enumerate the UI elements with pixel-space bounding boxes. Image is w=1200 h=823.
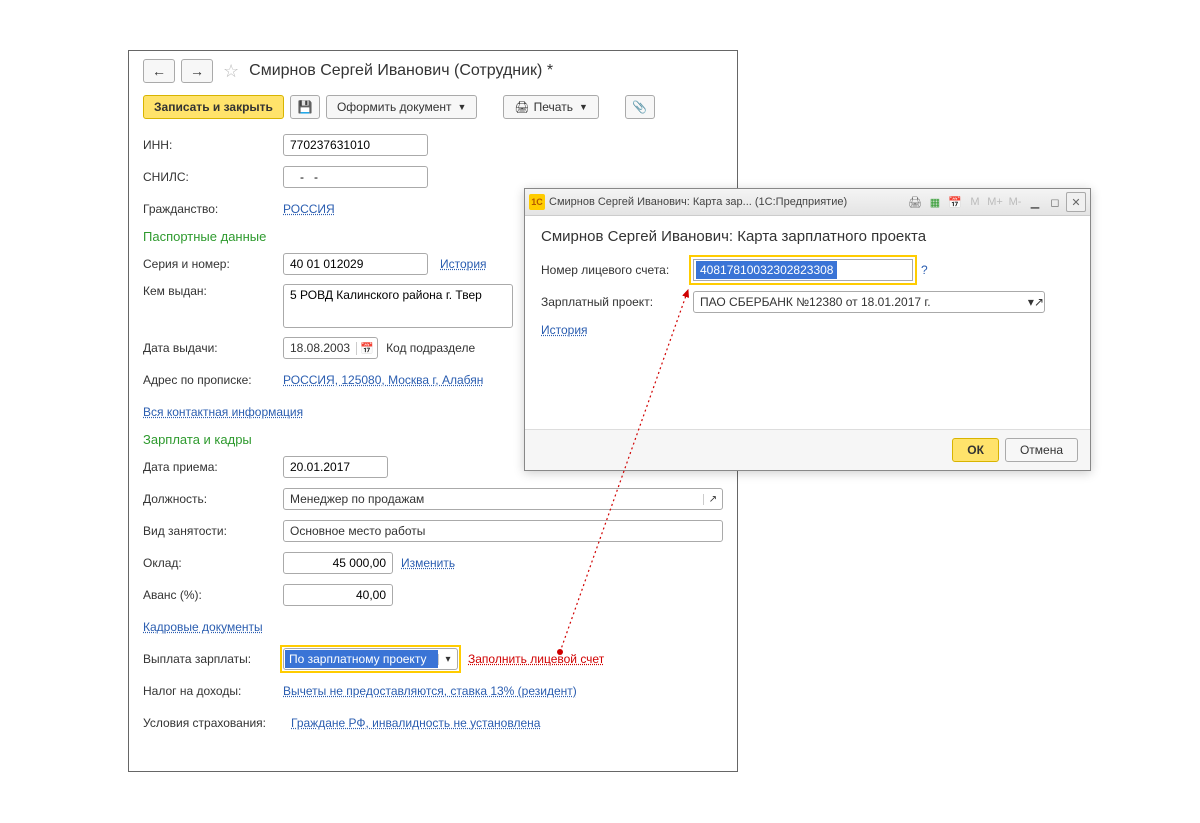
paperclip-icon: 📎 (632, 100, 647, 114)
series-input[interactable] (283, 253, 428, 275)
employment-label: Вид занятости: (143, 524, 283, 538)
forward-button[interactable]: → (181, 59, 213, 83)
dialog-titlebar[interactable]: 1С Смирнов Сергей Иванович: Карта зар...… (525, 189, 1090, 216)
citizenship-link[interactable]: РОССИЯ (283, 202, 335, 216)
fill-account-link[interactable]: Заполнить лицевой счет (468, 652, 604, 666)
payout-label: Выплата зарплаты: (143, 652, 283, 666)
payout-combo[interactable]: По зарплатному проекту ▾ (283, 648, 458, 670)
attach-button[interactable]: 📎 (625, 95, 655, 119)
close-icon[interactable]: ✕ (1066, 192, 1086, 212)
titlebar-m-minus-icon: M- (1006, 193, 1024, 211)
dialog-history-link[interactable]: История (541, 323, 588, 337)
printer-icon: 🖨 (514, 100, 529, 114)
salary-input[interactable] (283, 552, 393, 574)
position-combo[interactable]: Менеджер по продажам ↗ (283, 488, 723, 510)
back-button[interactable]: ← (143, 59, 175, 83)
change-salary-link[interactable]: Изменить (401, 556, 455, 570)
project-combo[interactable]: ПАО СБЕРБАНК №12380 от 18.01.2017 г. ▾ ↗ (693, 291, 1045, 313)
insurance-label: Условия страхования: (143, 716, 291, 730)
ok-button[interactable]: ОК (952, 438, 999, 462)
inn-label: ИНН: (143, 138, 283, 152)
maximize-icon[interactable]: ◻ (1046, 193, 1064, 211)
salary-label: Оклад: (143, 556, 283, 570)
employment-combo[interactable]: Основное место работы (283, 520, 723, 542)
issued-date-label: Дата выдачи: (143, 341, 283, 355)
favorite-star-icon[interactable]: ☆ (223, 61, 239, 82)
position-label: Должность: (143, 492, 283, 506)
account-input[interactable]: 40817810032302823308 (693, 259, 913, 281)
citizenship-label: Гражданство: (143, 202, 283, 216)
hire-date-label: Дата приема: (143, 460, 283, 474)
titlebar-m-icon: M (966, 193, 984, 211)
address-label: Адрес по прописке: (143, 373, 283, 387)
floppy-icon: 💾 (297, 100, 312, 114)
salary-card-dialog: 1С Смирнов Сергей Иванович: Карта зар...… (524, 188, 1091, 471)
issued-date-input[interactable]: 18.08.2003 📅 (283, 337, 378, 359)
cancel-button[interactable]: Отмена (1005, 438, 1078, 462)
minimize-icon[interactable]: ▁ (1026, 193, 1044, 211)
hire-date-input[interactable] (283, 456, 388, 478)
dept-code-label: Код подразделе (386, 341, 475, 355)
passport-history-link[interactable]: История (440, 257, 487, 271)
save-close-button[interactable]: Записать и закрыть (143, 95, 284, 119)
save-button[interactable]: 💾 (290, 95, 320, 119)
page-title: Смирнов Сергей Иванович (Сотрудник) * (249, 62, 553, 80)
open-icon[interactable]: ↗ (703, 494, 722, 505)
snils-input[interactable] (283, 166, 428, 188)
help-icon[interactable]: ? (921, 263, 928, 277)
titlebar-print-icon[interactable]: 🖨 (906, 193, 924, 211)
print-button[interactable]: 🖨 Печать ▼ (503, 95, 598, 119)
address-link[interactable]: РОССИЯ, 125080, Москва г, Алабян (283, 373, 483, 387)
tax-label: Налог на доходы: (143, 684, 283, 698)
titlebar-calc-icon[interactable]: ▦ (926, 193, 944, 211)
dialog-title: Смирнов Сергей Иванович: Карта зарплатно… (541, 228, 1074, 245)
calendar-icon[interactable]: 📅 (356, 342, 377, 355)
account-label: Номер лицевого счета: (541, 263, 693, 277)
inn-input[interactable] (283, 134, 428, 156)
advance-label: Аванс (%): (143, 588, 283, 602)
one-c-logo-icon: 1С (529, 194, 545, 210)
advance-input[interactable] (283, 584, 393, 606)
snils-label: СНИЛС: (143, 170, 283, 184)
chevron-down-icon: ▼ (458, 102, 467, 112)
issued-by-label: Кем выдан: (143, 284, 283, 298)
titlebar-calendar-icon[interactable]: 📅 (946, 193, 964, 211)
chevron-down-icon: ▼ (579, 102, 588, 112)
series-label: Серия и номер: (143, 257, 283, 271)
dialog-titlebar-text: Смирнов Сергей Иванович: Карта зар... (1… (549, 196, 906, 208)
open-icon[interactable]: ↗ (1034, 295, 1044, 309)
insurance-link[interactable]: Граждане РФ, инвалидность не установлена (291, 716, 540, 730)
create-document-button[interactable]: Оформить документ ▼ (326, 95, 477, 119)
titlebar-m-plus-icon: M+ (986, 193, 1004, 211)
hr-docs-link[interactable]: Кадровые документы (143, 620, 263, 634)
chevron-down-icon[interactable]: ▾ (438, 654, 457, 665)
all-contact-info-link[interactable]: Вся контактная информация (143, 405, 303, 419)
tax-link[interactable]: Вычеты не предоставляются, ставка 13% (р… (283, 684, 577, 698)
issued-by-input[interactable] (283, 284, 513, 328)
project-label: Зарплатный проект: (541, 295, 693, 309)
